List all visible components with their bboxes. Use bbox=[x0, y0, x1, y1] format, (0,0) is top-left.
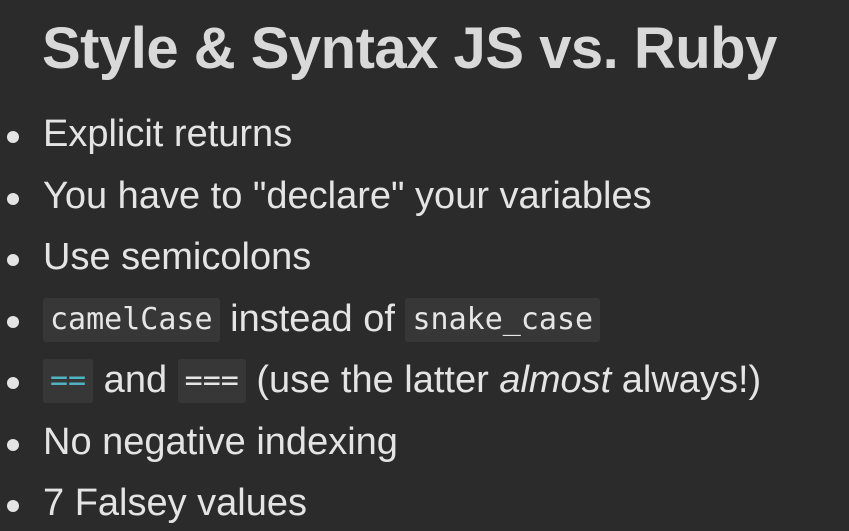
bullet-equality: == and === (use the latter almost always… bbox=[0, 350, 761, 412]
bullet-dot-icon bbox=[7, 500, 19, 512]
bullet-dot-icon bbox=[7, 438, 19, 451]
bullet-text: and bbox=[93, 359, 178, 401]
bullet-semicolons: Use semicolons bbox=[0, 227, 761, 289]
slide-title: Style & Syntax JS vs. Ruby bbox=[42, 16, 777, 81]
bullet-list: Explicit returns You have to "declare" y… bbox=[0, 104, 761, 531]
bullet-explicit-returns: Explicit returns bbox=[0, 104, 761, 166]
bullet-dot-icon bbox=[7, 254, 19, 266]
bullet-negative-indexing: No negative indexing bbox=[0, 412, 761, 474]
bullet-declare-variables: You have to "declare" your variables bbox=[0, 166, 761, 228]
emphasis-text: almost bbox=[499, 359, 612, 401]
bullet-dot-icon bbox=[7, 131, 19, 143]
code-camelcase: camelCase bbox=[43, 297, 220, 342]
code-double-equals: == bbox=[43, 359, 94, 403]
bullet-text: instead of bbox=[219, 297, 406, 340]
code-triple-equals: === bbox=[177, 359, 246, 403]
bullet-dot-icon bbox=[7, 377, 19, 389]
bullet-text: You have to "declare" your variables bbox=[43, 174, 652, 217]
bullet-dot-icon bbox=[7, 315, 19, 328]
bullet-dot-icon bbox=[7, 192, 19, 205]
bullet-text: Use semicolons bbox=[43, 236, 312, 278]
bullet-text: (use the latter bbox=[245, 359, 500, 401]
bullet-text: 7 Falsey values bbox=[43, 482, 308, 524]
bullet-text: Explicit returns bbox=[43, 113, 293, 155]
slide: Style & Syntax JS vs. Ruby Explicit retu… bbox=[0, 0, 849, 531]
code-snake-case: snake_case bbox=[405, 297, 601, 342]
bullet-camelcase: camelCase instead of snake_case bbox=[0, 289, 761, 351]
bullet-text: always!) bbox=[611, 359, 762, 401]
bullet-falsey-values: 7 Falsey values bbox=[0, 473, 761, 531]
bullet-text: No negative indexing bbox=[43, 420, 398, 463]
